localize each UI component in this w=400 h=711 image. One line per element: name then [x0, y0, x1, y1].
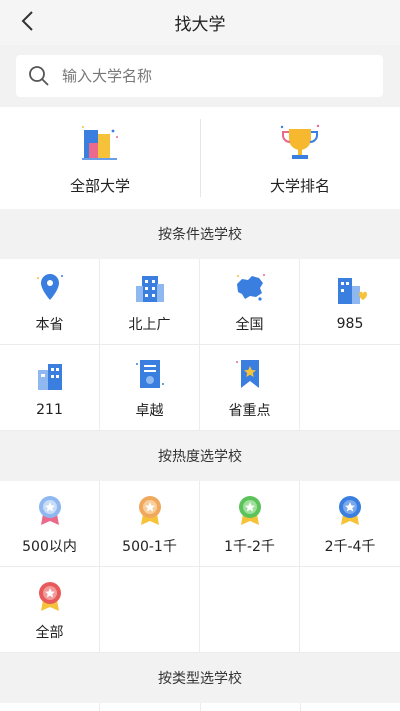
popularity-item-500-1k[interactable]: 500-1千 [100, 481, 200, 567]
china-map-icon [236, 273, 265, 301]
condition-label: 985 [336, 315, 364, 332]
popularity-label: 1千-2千 [224, 538, 275, 555]
header-bar: 找大学 [0, 0, 400, 45]
city-buildings-icon [135, 275, 164, 302]
section-title-type: 按类型选学校 [0, 653, 400, 703]
chevron-left-icon [21, 11, 33, 31]
section-title-popularity: 按热度选学校 [0, 431, 400, 481]
condition-label: 卓越 [135, 402, 164, 419]
condition-item-province[interactable]: 本省 [0, 259, 100, 345]
bookmark-star-icon [235, 359, 259, 388]
condition-label: 211 [36, 401, 63, 418]
grid-empty-cell [201, 703, 301, 711]
popularity-label: 500以内 [22, 538, 77, 555]
medal-darkblue-icon [339, 495, 361, 525]
medal-orange-icon [138, 495, 161, 525]
grid-empty-cell [301, 703, 400, 711]
condition-label: 北上广 [128, 316, 171, 333]
grid-empty-cell [200, 567, 300, 653]
grid-empty-cell [100, 567, 200, 653]
document-badge-icon [135, 359, 164, 388]
grid-empty-cell [300, 345, 400, 431]
popularity-item-all[interactable]: 全部 [0, 567, 100, 653]
trophy-icon [280, 124, 320, 159]
grid-empty-cell [0, 703, 101, 711]
condition-grid: 本省 北上广 全国 985 211 卓越 省重点 [0, 259, 400, 431]
condition-label: 本省 [35, 316, 64, 333]
condition-item-985[interactable]: 985 [300, 259, 400, 345]
grid-empty-cell [100, 703, 201, 711]
university-ranking-card[interactable]: 大学排名 [200, 107, 400, 209]
school-building-icon [37, 363, 62, 390]
condition-item-bsg[interactable]: 北上广 [100, 259, 200, 345]
all-universities-label: 全部大学 [69, 176, 130, 195]
grid-empty-cell [300, 567, 400, 653]
popularity-item-1k-2k[interactable]: 1千-2千 [200, 481, 300, 567]
popularity-label: 500-1千 [122, 538, 177, 555]
condition-item-excellence[interactable]: 卓越 [100, 345, 200, 431]
back-button[interactable] [12, 6, 42, 36]
condition-label: 全国 [235, 316, 264, 333]
search-icon [29, 66, 49, 86]
all-universities-card[interactable]: 全部大学 [0, 107, 200, 209]
popularity-label: 2千-4千 [324, 538, 376, 555]
building-heart-icon [338, 277, 367, 304]
search-box[interactable] [16, 55, 383, 97]
page-title: 找大学 [174, 15, 226, 35]
medal-green-icon [238, 495, 261, 525]
popularity-grid: 500以内 500-1千 1千-2千 2千-4千 全部 [0, 481, 400, 653]
building-icon [82, 125, 118, 160]
condition-item-national[interactable]: 全国 [200, 259, 300, 345]
top-cards: 全部大学 大学排名 [0, 107, 400, 209]
popularity-item-2k-4k[interactable]: 2千-4千 [300, 481, 400, 567]
condition-item-211[interactable]: 211 [0, 345, 100, 431]
popularity-label: 全部 [35, 624, 64, 641]
section-title-condition: 按条件选学校 [0, 209, 400, 259]
condition-label: 省重点 [228, 402, 271, 419]
type-grid-peek [0, 703, 400, 711]
university-ranking-label: 大学排名 [269, 176, 330, 195]
search-area [0, 45, 400, 107]
search-input[interactable] [62, 67, 342, 85]
condition-item-key-province[interactable]: 省重点 [200, 345, 300, 431]
medal-red-icon [38, 581, 61, 611]
medal-blue-icon [38, 495, 61, 525]
location-pin-icon [36, 273, 63, 300]
popularity-item-500[interactable]: 500以内 [0, 481, 100, 567]
